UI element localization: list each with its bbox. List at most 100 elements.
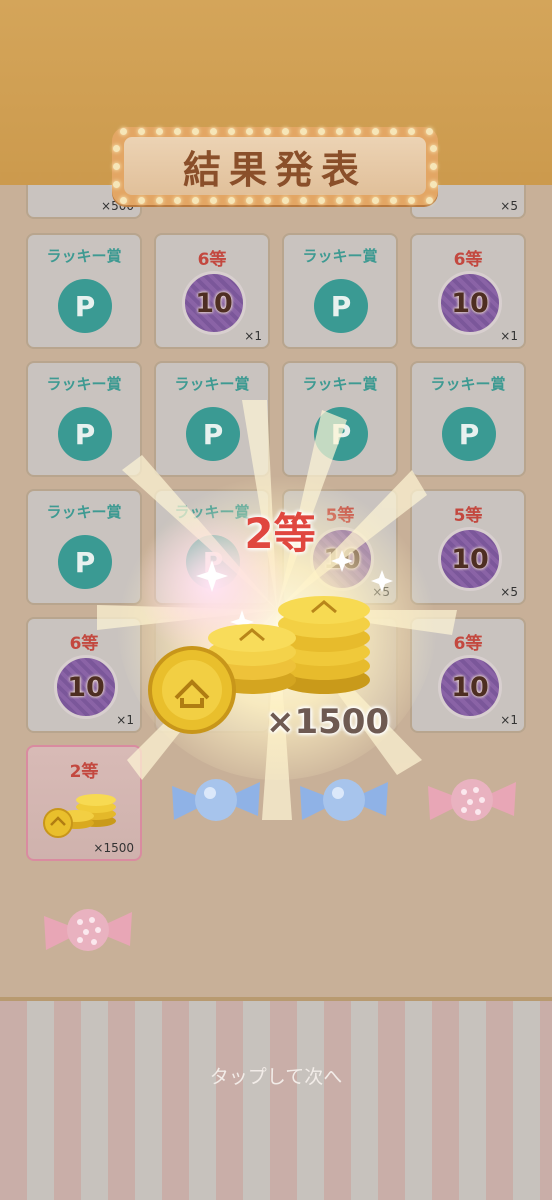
prize-label: ラッキー賞 [46,247,122,265]
prize-card: 6等 10 ×1 [26,617,142,733]
prize-label: 6等 [453,250,483,270]
reveal-qty: ×1500 [266,702,390,742]
tap-next-prompt[interactable]: タップして次へ [0,1062,552,1089]
marquee-bulb [156,128,163,135]
ticket-sticker-icon: 10 [438,655,502,719]
point-icon: P [58,407,112,461]
marquee-bulb [228,128,235,135]
prize-card: 6等 10 ×1 [410,617,526,733]
prize-card: ラッキー賞 P [154,361,270,477]
marquee-bulb [318,197,325,204]
marquee-bulb [408,128,415,135]
marquee-bulb [264,197,271,204]
marquee-bulb [156,197,163,204]
ticket-sticker-icon: 10 [438,527,502,591]
marquee-bulb [426,197,433,204]
prize-qty: ×1 [500,329,518,343]
prize-qty: ×1 [500,713,518,727]
marquee-bulb [390,197,397,204]
marquee-bulb [113,163,120,170]
marquee-bulb [430,145,437,152]
marquee-bulb [120,197,127,204]
reveal-rank: 2等 [244,509,316,558]
marquee-bulb [120,128,127,135]
marquee-bulb [430,181,437,188]
point-icon: P [58,279,112,333]
pink-candy-icon [44,909,132,951]
prize-label: 6等 [197,250,227,270]
marquee-bulb [246,197,253,204]
pink-candy-icon [428,779,516,821]
marquee-bulb [246,128,253,135]
marquee-bulb [336,128,343,135]
marquee-bulb [210,128,217,135]
marquee-bulb [300,128,307,135]
marquee-bulb [372,128,379,135]
prize-card: ラッキー賞 P [410,361,526,477]
ticket-sticker-icon: 10 [182,271,246,335]
marquee-bulb [282,197,289,204]
marquee-bulb [430,163,437,170]
prize-label: ラッキー賞 [46,375,122,393]
prize-card: ラッキー賞 P [282,361,398,477]
marquee-bulb [192,128,199,135]
prize-card-2nd: 2等 ×1500 [26,745,142,861]
marquee-bulb [408,197,415,204]
point-icon: P [58,535,112,589]
marquee-bulb [138,128,145,135]
point-icon: P [314,407,368,461]
prize-rank-label: 2等 [69,762,99,782]
results-marquee: 結果発表 [112,127,438,205]
marquee-bulb [372,197,379,204]
marquee-bulb [228,197,235,204]
point-icon: P [442,407,496,461]
prize-qty: ×1 [244,329,262,343]
page-title: 結果発表 [182,146,367,192]
marquee-bulb [264,128,271,135]
prize-card: ラッキー賞 P [26,489,142,605]
marquee-bulb [390,128,397,135]
marquee-bulb [210,197,217,204]
prize-card [154,617,270,733]
point-icon: P [314,279,368,333]
footer-stripes[interactable] [0,997,552,1200]
blue-candy-icon [172,779,260,821]
marquee-bulb [282,128,289,135]
prize-card: ラッキー賞 P [26,233,142,349]
prize-qty: ×1500 [93,841,134,855]
marquee-bulb [113,181,120,188]
prize-label: 6等 [69,634,99,654]
marquee-bulb [174,128,181,135]
prize-card: ラッキー賞 P [282,233,398,349]
marquee-bulb [138,197,145,204]
prize-label: 5等 [453,506,483,526]
marquee-bulb [354,128,361,135]
marquee-bulb [113,145,120,152]
blue-candy-icon [300,779,388,821]
prize-label: ラッキー賞 [46,503,122,521]
prize-label: ラッキー賞 [174,375,250,393]
coin-stack-icon [43,794,116,838]
prize-label: ラッキー賞 [430,375,506,393]
prize-qty: ×5 [500,585,518,599]
prize-label: ラッキー賞 [302,247,378,265]
prize-label: ラッキー賞 [302,375,378,393]
prize-card: 6等 10 ×1 [410,233,526,349]
prize-qty: ×5 [500,199,518,213]
marquee-bulb [174,197,181,204]
marquee-bulb [318,128,325,135]
marquee-bulb [336,197,343,204]
prize-card: 6等 10 ×1 [154,233,270,349]
ticket-sticker-icon: 10 [438,271,502,335]
prize-qty: ×1 [116,713,134,727]
prize-card: ラッキー賞 P [26,361,142,477]
marquee-bulb [426,128,433,135]
marquee-bulb [354,197,361,204]
prize-card: 5等 10 ×5 [410,489,526,605]
marquee-bulb [192,197,199,204]
point-icon: P [186,407,240,461]
prize-label: 6等 [453,634,483,654]
ticket-sticker-icon: 10 [54,655,118,719]
prize-qty: ×5 [372,585,390,599]
marquee-bulb [300,197,307,204]
